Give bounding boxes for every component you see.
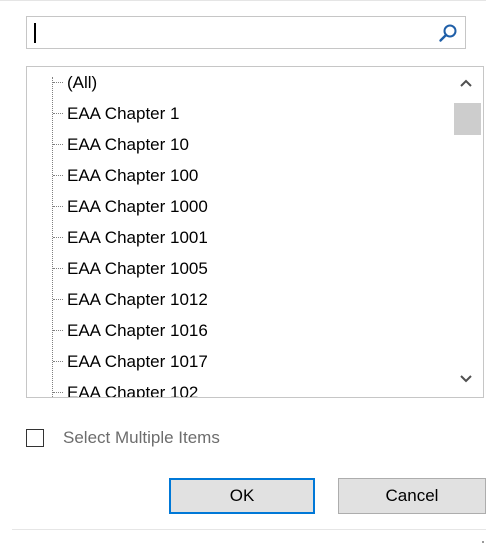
scroll-thumb[interactable] <box>454 103 481 135</box>
tree-item-label: EAA Chapter 1017 <box>67 351 208 371</box>
tree-item-label: EAA Chapter 1005 <box>67 258 208 278</box>
chevron-down-icon <box>459 371 473 389</box>
tree-item-all[interactable]: (All) <box>53 67 443 98</box>
text-caret <box>34 23 36 43</box>
ok-button[interactable]: OK <box>169 478 315 514</box>
chevron-up-icon <box>459 75 473 93</box>
tree-item[interactable]: EAA Chapter 100 <box>53 160 443 191</box>
tree-item-label: EAA Chapter 102 <box>67 382 199 398</box>
resize-grip[interactable] <box>482 541 484 543</box>
tree-item-label: EAA Chapter 100 <box>67 165 199 185</box>
tree-branch-line <box>53 175 63 176</box>
tree-item-label: EAA Chapter 1 <box>67 103 180 123</box>
tree-item[interactable]: EAA Chapter 1016 <box>53 315 443 346</box>
tree-branch-line <box>53 82 63 83</box>
tree-item-label: EAA Chapter 1016 <box>67 320 208 340</box>
tree-item-label: EAA Chapter 1012 <box>67 289 208 309</box>
tree-item-label: EAA Chapter 10 <box>67 134 189 154</box>
tree-branch-line <box>53 392 63 393</box>
tree-branch-line <box>53 237 63 238</box>
tree-content: (All) EAA Chapter 1 EAA Chapter 10 EAA C… <box>27 67 447 398</box>
tree-branch-line <box>53 206 63 207</box>
tree-item[interactable]: EAA Chapter 1 <box>53 98 443 129</box>
search-input[interactable] <box>33 21 433 44</box>
select-multiple-row[interactable]: Select Multiple Items <box>26 424 220 452</box>
scroll-up-button[interactable] <box>449 69 483 99</box>
filter-values-tree[interactable]: (All) EAA Chapter 1 EAA Chapter 10 EAA C… <box>26 66 484 398</box>
search-box[interactable] <box>26 16 466 49</box>
tree-item[interactable]: EAA Chapter 1001 <box>53 222 443 253</box>
tree-branch-line <box>53 299 63 300</box>
top-separator <box>0 0 486 9</box>
select-multiple-label: Select Multiple Items <box>63 428 220 447</box>
tree-item[interactable]: EAA Chapter 102 <box>53 377 443 398</box>
filter-dropdown-panel: (All) EAA Chapter 1 EAA Chapter 10 EAA C… <box>0 0 486 548</box>
search-icon[interactable] <box>438 23 458 43</box>
tree-branch-line <box>53 330 63 331</box>
tree-branch-line <box>53 144 63 145</box>
tree-item[interactable]: EAA Chapter 1000 <box>53 191 443 222</box>
select-multiple-checkbox[interactable] <box>26 429 44 447</box>
tree-item[interactable]: EAA Chapter 1012 <box>53 284 443 315</box>
scroll-down-button[interactable] <box>449 365 483 395</box>
tree-item-label: (All) <box>67 72 98 92</box>
tree-branch-line <box>53 268 63 269</box>
tree-item-label: EAA Chapter 1000 <box>67 196 208 216</box>
cancel-button[interactable]: Cancel <box>338 478 486 514</box>
tree-item-label: EAA Chapter 1001 <box>67 227 208 247</box>
bottom-divider <box>12 529 486 530</box>
vertical-scrollbar[interactable] <box>449 67 483 397</box>
tree-branch-line <box>53 361 63 362</box>
tree-item[interactable]: EAA Chapter 1017 <box>53 346 443 377</box>
tree-branch-line <box>53 113 63 114</box>
tree-item[interactable]: EAA Chapter 10 <box>53 129 443 160</box>
tree-item[interactable]: EAA Chapter 1005 <box>53 253 443 284</box>
